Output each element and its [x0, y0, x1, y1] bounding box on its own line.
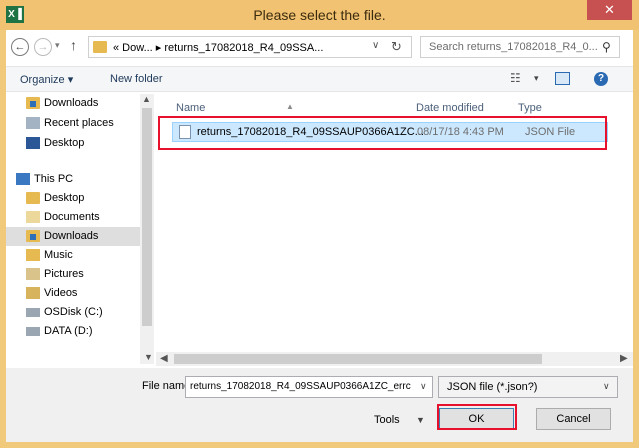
chevron-down-icon: ▾ [55, 40, 60, 50]
drive-icon [26, 327, 40, 336]
sort-ascending-icon: ▲ [286, 102, 294, 111]
recent-places-icon [26, 117, 40, 129]
nav-item-downloads[interactable]: Downloads [6, 227, 140, 246]
column-header-date-modified[interactable]: Date modified [416, 102, 484, 114]
annotation-highlight-file [158, 116, 607, 150]
search-icon[interactable]: ⚲ [602, 40, 611, 54]
file-type-select[interactable]: JSON file (*.json?) ∨ [438, 376, 618, 398]
nav-label: Documents [44, 211, 100, 223]
drive-icon [26, 308, 40, 317]
arrow-left-icon: ← [14, 41, 26, 53]
close-button[interactable]: ✕ [587, 0, 632, 20]
nav-label: DATA (D:) [44, 325, 93, 337]
file-type-value: JSON file (*.json?) [447, 381, 538, 393]
nav-label: Downloads [44, 230, 99, 242]
chevron-down-icon: ∨ [372, 40, 380, 51]
preview-pane-icon[interactable] [555, 72, 570, 85]
view-dropdown-icon[interactable]: ▾ [534, 73, 539, 84]
downloads-folder-icon [26, 230, 40, 242]
file-list-horizontal-scrollbar[interactable]: ◀ ▶ [156, 352, 633, 366]
annotation-highlight-ok [437, 404, 517, 430]
column-header-type[interactable]: Type [518, 102, 542, 114]
refresh-button[interactable]: ↻ [391, 39, 402, 55]
search-input[interactable]: Search returns_17082018_R4_0... ⚲ [420, 36, 620, 58]
nav-item-this-pc[interactable]: This PC [6, 170, 140, 189]
arrow-up-icon: ↑ [70, 37, 77, 53]
address-row: ← → ▾ ↑ « Dow... ▸ returns_17082018_R4_0… [6, 30, 633, 64]
downloads-folder-icon [26, 97, 40, 109]
nav-label: Videos [44, 287, 78, 299]
recent-locations-button[interactable]: ▾ [55, 40, 60, 51]
forward-button[interactable]: → [34, 38, 52, 56]
nav-label: Recent places [44, 117, 114, 129]
scroll-up-icon[interactable]: ▲ [142, 94, 151, 104]
nav-label: This PC [34, 173, 74, 185]
nav-item-music[interactable]: Music [6, 246, 140, 265]
title-bar: X▐ Please select the file. ✕ [0, 0, 639, 30]
refresh-icon: ↻ [391, 39, 402, 54]
dialog-client: ← → ▾ ↑ « Dow... ▸ returns_17082018_R4_0… [6, 30, 633, 442]
nav-item-downloads-quick[interactable]: Downloads [6, 94, 140, 113]
new-folder-button[interactable]: New folder [110, 73, 163, 85]
nav-label: Downloads [44, 97, 99, 109]
chevron-down-icon: ∨ [603, 381, 610, 391]
organize-button[interactable]: Organize ▾ [20, 73, 73, 86]
nav-item-desktop-quick[interactable]: Desktop [6, 134, 140, 153]
tools-button[interactable]: Tools [374, 414, 400, 426]
nav-label: Desktop [44, 192, 85, 204]
column-header-name[interactable]: Name [176, 102, 205, 114]
view-options-icon[interactable]: ☷ [510, 71, 521, 85]
arrow-right-icon: → [37, 41, 49, 53]
nav-item-videos[interactable]: Videos [6, 284, 140, 303]
nav-label: Pictures [44, 268, 84, 280]
nav-label: Desktop [44, 137, 85, 149]
nav-item-recent-places[interactable]: Recent places [6, 114, 140, 133]
nav-label: Music [44, 249, 73, 261]
tools-dropdown-icon[interactable]: ▼ [416, 415, 425, 425]
desktop-folder-icon [26, 192, 40, 204]
nav-item-desktop[interactable]: Desktop [6, 189, 140, 208]
chevron-down-icon[interactable]: ∨ [420, 381, 427, 392]
this-pc-icon [16, 173, 30, 185]
breadcrumb[interactable]: « Dow... ▸ returns_17082018_R4_09SSA... [113, 41, 323, 54]
nav-item-documents[interactable]: Documents [6, 208, 140, 227]
nav-vertical-scrollbar[interactable]: ▲ [140, 94, 154, 364]
navigation-pane: Downloads Recent places Desktop This PC … [6, 94, 154, 378]
scroll-left-icon[interactable]: ◀ [160, 353, 168, 364]
dialog-footer: File name: returns_17082018_R4_09SSAUP03… [6, 368, 633, 442]
command-toolbar: Organize ▾ New folder ☷ ▾ ? [6, 66, 633, 92]
dialog-frame: X▐ Please select the file. ✕ ← → ▾ ↑ « D… [0, 0, 639, 448]
nav-item-osdisk[interactable]: OSDisk (C:) [6, 303, 140, 322]
address-bar[interactable]: « Dow... ▸ returns_17082018_R4_09SSA... … [88, 36, 412, 58]
desktop-icon [26, 137, 40, 149]
videos-folder-icon [26, 287, 40, 299]
up-button[interactable]: ↑ [70, 37, 77, 53]
back-button[interactable]: ← [11, 38, 29, 56]
nav-item-pictures[interactable]: Pictures [6, 265, 140, 284]
pictures-folder-icon [26, 268, 40, 280]
nav-label: OSDisk (C:) [44, 306, 103, 318]
window-title: Please select the file. [253, 7, 386, 23]
cancel-button[interactable]: Cancel [536, 408, 611, 430]
scroll-right-icon[interactable]: ▶ [620, 353, 628, 364]
file-name-field[interactable]: returns_17082018_R4_09SSAUP0366A1ZC_errc… [185, 376, 433, 398]
nav-item-data[interactable]: DATA (D:) [6, 322, 140, 341]
music-folder-icon [26, 249, 40, 261]
nav-scroll-down-icon[interactable]: ▼ [144, 352, 153, 362]
documents-folder-icon [26, 211, 40, 223]
search-placeholder: Search returns_17082018_R4_0... [429, 41, 598, 53]
file-name-value: returns_17082018_R4_09SSAUP0366A1ZC_errc [190, 381, 411, 392]
scroll-thumb[interactable] [142, 108, 152, 326]
help-icon[interactable]: ? [594, 72, 608, 86]
scroll-thumb[interactable] [174, 354, 542, 364]
address-dropdown-button[interactable]: ∨ [372, 40, 379, 51]
folder-icon [93, 41, 107, 53]
